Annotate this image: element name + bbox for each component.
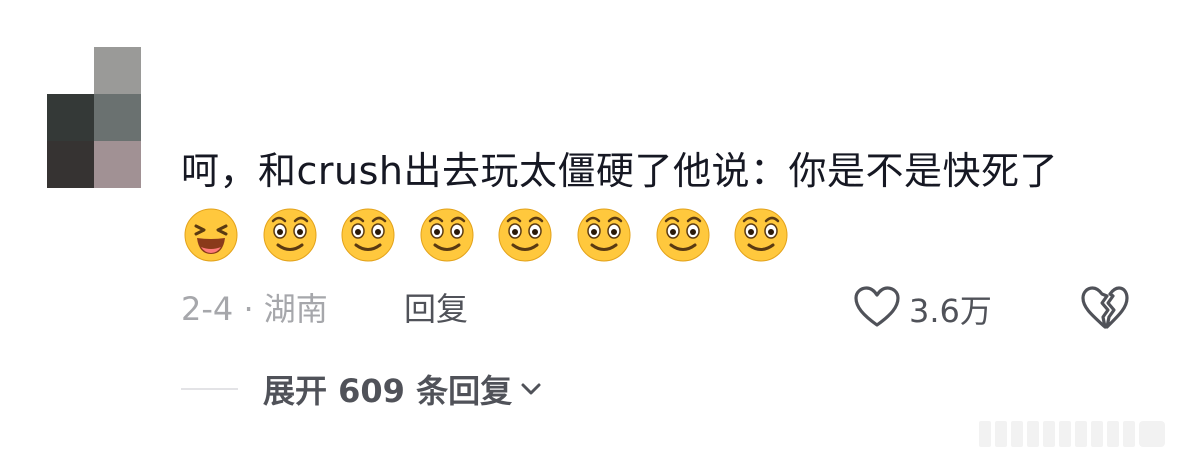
like-count: 3.6万 — [909, 292, 992, 330]
avatar-pixel — [47, 141, 94, 188]
comment-meta: 2-4 · 湖南 — [181, 290, 328, 328]
reply-button[interactable]: 回复 — [404, 287, 468, 331]
expand-replies-button[interactable]: 展开 609 条回复 — [263, 367, 542, 411]
expand-replies-label: 展开 609 条回复 — [263, 372, 513, 410]
comment-text-block: 呵，和crush出去玩太僵硬了他说：你是不是快死了 — [181, 140, 1141, 264]
smile-emoji-icon — [419, 207, 475, 263]
avatar[interactable] — [47, 47, 141, 188]
dislike-button[interactable] — [1080, 285, 1130, 333]
avatar-pixel — [94, 47, 141, 94]
comment-text: 呵，和crush出去玩太僵硬了他说：你是不是快死了 — [181, 149, 1058, 193]
heart-outline-icon — [853, 285, 901, 333]
watermark-logo — [979, 421, 1165, 447]
chevron-down-icon — [521, 383, 541, 395]
broken-heart-icon — [1080, 286, 1130, 335]
like-button[interactable]: 3.6万 — [853, 285, 992, 333]
smile-emoji-icon — [733, 207, 789, 263]
avatar-pixel — [47, 94, 94, 141]
avatar-pixel — [94, 141, 141, 188]
emoji-row — [183, 202, 799, 264]
divider — [181, 388, 238, 390]
smile-emoji-icon — [340, 207, 396, 263]
avatar-pixel — [94, 94, 141, 141]
smile-emoji-icon — [576, 207, 632, 263]
smile-emoji-icon — [497, 207, 553, 263]
smile-emoji-icon — [655, 207, 711, 263]
laughing-emoji-icon — [183, 207, 239, 263]
smile-emoji-icon — [262, 207, 318, 263]
